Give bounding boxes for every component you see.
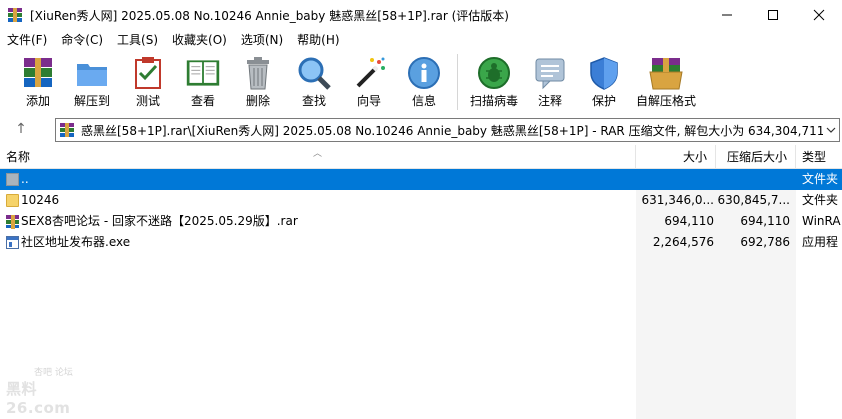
item-packed-size: 692,786: [740, 235, 790, 249]
column-header-packed[interactable]: 压缩后大小: [716, 145, 796, 169]
sfx-button[interactable]: 自解压格式: [633, 50, 699, 112]
item-name: 10246: [21, 193, 60, 207]
window-controls: [704, 0, 842, 30]
trash-icon: [240, 55, 276, 91]
find-button[interactable]: 查找: [286, 50, 342, 112]
file-list: 名称 ︿ 大小 压缩后大小 类型 .. 文件夹 10246 631,346,0.…: [0, 145, 842, 419]
item-size: 2,264,576: [652, 235, 714, 249]
extract-to-icon: [74, 55, 110, 91]
list-header: 名称 ︿ 大小 压缩后大小 类型: [0, 145, 842, 169]
minimize-icon: [722, 14, 732, 16]
menu-commands[interactable]: 命令(C): [54, 30, 110, 50]
item-size: [636, 169, 716, 190]
menu-options[interactable]: 选项(N): [234, 30, 290, 50]
list-item[interactable]: 社区地址发布器.exe 2,264,576 692,786 应用程: [0, 232, 842, 253]
item-type: WinRA: [802, 214, 841, 228]
view-label: 查看: [190, 94, 215, 108]
address-path: 惑黑丝[58+1P].rar\[XiuRen秀人网] 2025.05.08 No…: [81, 123, 823, 138]
column-name-label: 名称: [6, 150, 31, 164]
view-button[interactable]: 查看: [176, 50, 230, 112]
address-field[interactable]: 惑黑丝[58+1P].rar\[XiuRen秀人网] 2025.05.08 No…: [55, 118, 840, 142]
window-title: [XiuRen秀人网] 2025.05.08 No.10246 Annie_ba…: [30, 8, 509, 23]
info-icon: [406, 55, 442, 91]
item-packed-size: 694,110: [740, 214, 790, 228]
item-size: 694,110: [664, 214, 714, 228]
item-type: 应用程: [802, 235, 839, 249]
menu-help[interactable]: 帮助(H): [290, 30, 346, 50]
item-packed-size: 630,845,7...: [717, 193, 790, 207]
magnifier-icon: [296, 55, 332, 91]
info-button[interactable]: 信息: [396, 50, 452, 112]
test-label: 测试: [135, 94, 160, 108]
comment-icon: [532, 55, 568, 91]
test-button[interactable]: 测试: [120, 50, 176, 112]
address-dropdown-button[interactable]: [823, 119, 839, 141]
list-item[interactable]: 10246 631,346,0... 630,845,7... 文件夹: [0, 190, 842, 211]
item-type: 文件夹: [802, 193, 839, 207]
exe-file-icon: [6, 236, 19, 249]
menu-tools[interactable]: 工具(S): [110, 30, 165, 50]
folder-icon: [6, 194, 19, 207]
menu-favorites[interactable]: 收藏夹(O): [165, 30, 234, 50]
list-item[interactable]: SEX8杏吧论坛 - 回家不迷路【2025.05.29版】.rar 694,11…: [0, 211, 842, 232]
close-icon: [813, 9, 825, 21]
watermark-main-text: 黑料26.com: [6, 380, 71, 417]
chevron-down-icon: [826, 127, 836, 133]
rar-file-icon: [6, 215, 19, 229]
winrar-logo-icon: [8, 8, 22, 22]
add-archive-icon: [20, 55, 56, 91]
scan-virus-label: 扫描病毒: [469, 94, 518, 108]
item-name: 社区地址发布器.exe: [21, 235, 131, 249]
up-folder-button[interactable]: ↑: [12, 120, 30, 138]
protect-button[interactable]: 保护: [575, 50, 633, 112]
extract-to-label: 解压到: [73, 94, 110, 108]
add-label: 添加: [25, 94, 50, 108]
comment-button[interactable]: 注释: [525, 50, 575, 112]
wizard-wand-icon: [351, 55, 387, 91]
comment-label: 注释: [537, 94, 562, 108]
extract-to-button[interactable]: 解压到: [64, 50, 120, 112]
info-label: 信息: [411, 94, 436, 108]
test-icon: [130, 55, 166, 91]
item-name: SEX8杏吧论坛 - 回家不迷路【2025.05.29版】.rar: [21, 214, 298, 228]
close-button[interactable]: [796, 0, 842, 30]
column-header-type[interactable]: 类型: [796, 145, 842, 169]
scan-virus-button[interactable]: 扫描病毒: [463, 50, 525, 112]
column-header-size[interactable]: 大小: [636, 145, 716, 169]
toolbar: 添加 解压到 测试 查看 删除 查找 向导 信息 扫描病毒 注释 保护 自解压格…: [0, 50, 842, 114]
find-label: 查找: [301, 94, 326, 108]
list-item[interactable]: .. 文件夹: [0, 169, 842, 190]
toolbar-separator: [457, 54, 458, 110]
rar-archive-icon: [60, 123, 74, 137]
sfx-label: 自解压格式: [635, 94, 696, 108]
view-book-icon: [185, 55, 221, 91]
watermark: 杏吧 论坛 黑料26.com: [6, 365, 94, 417]
up-arrow-icon: ↑: [15, 121, 27, 137]
up-folder-icon: [6, 173, 19, 186]
wizard-button[interactable]: 向导: [342, 50, 396, 112]
item-type: 文件夹: [802, 172, 839, 186]
sort-up-icon: ︿: [313, 149, 323, 159]
watermark-top-text: 杏吧 论坛: [34, 368, 73, 378]
add-button[interactable]: 添加: [12, 50, 64, 112]
delete-button[interactable]: 删除: [230, 50, 286, 112]
column-header-name[interactable]: 名称 ︿: [0, 145, 636, 169]
virus-scan-icon: [476, 55, 512, 91]
title-bar: [XiuRen秀人网] 2025.05.08 No.10246 Annie_ba…: [0, 0, 842, 30]
protect-label: 保护: [591, 94, 616, 108]
shield-icon: [586, 55, 622, 91]
item-name: ..: [21, 172, 29, 186]
item-size: 631,346,0...: [641, 193, 714, 207]
sfx-box-icon: [648, 55, 684, 91]
address-row: ↑ 惑黑丝[58+1P].rar\[XiuRen秀人网] 2025.05.08 …: [0, 115, 842, 143]
menu-file[interactable]: 文件(F): [0, 30, 54, 50]
wizard-label: 向导: [356, 94, 381, 108]
delete-label: 删除: [245, 94, 270, 108]
maximize-button[interactable]: [750, 0, 796, 30]
item-packed-size: [716, 169, 796, 190]
minimize-button[interactable]: [704, 0, 750, 30]
menu-bar: 文件(F) 命令(C) 工具(S) 收藏夹(O) 选项(N) 帮助(H): [0, 30, 842, 50]
maximize-icon: [768, 10, 778, 20]
